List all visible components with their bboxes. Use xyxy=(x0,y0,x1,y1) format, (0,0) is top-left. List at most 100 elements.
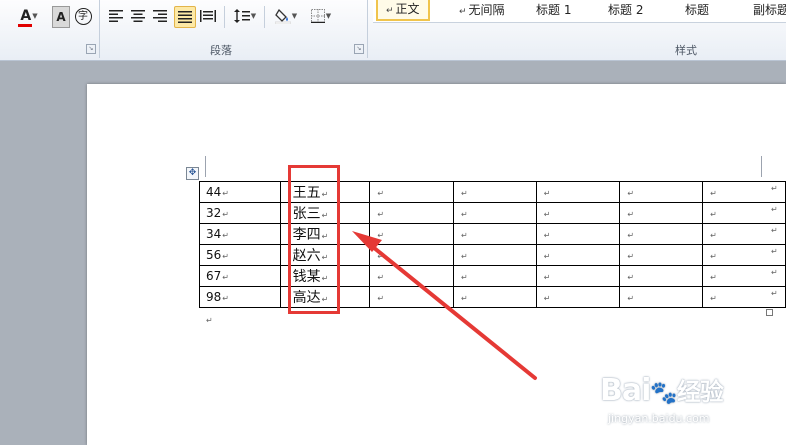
empty-cell[interactable]: ↵ xyxy=(619,244,704,266)
style-heading-1[interactable]: 标题 1 xyxy=(536,0,571,20)
number-cell[interactable]: 56↵ xyxy=(199,244,281,266)
align-right-button[interactable] xyxy=(150,6,170,26)
shading-button[interactable]: ▼ xyxy=(272,6,300,26)
empty-cell[interactable]: ↵ xyxy=(452,181,537,203)
table-move-handle-icon[interactable]: ✥ xyxy=(186,167,199,180)
empty-cell[interactable]: ↵ xyxy=(369,223,454,245)
styles-group-label: 样式 xyxy=(675,44,697,57)
paragraph-mark-icon: ↵ xyxy=(377,294,385,303)
paragraph-mark-icon: ↵ xyxy=(627,231,635,240)
empty-cell[interactable]: ↵ xyxy=(619,181,704,203)
styles-gallery: ↵ 正文 ↵ 无间隔 标题 1 标题 2 标题 副标题 xyxy=(373,0,786,23)
cell-value: 67 xyxy=(206,269,222,283)
paragraph-mark-icon: ↵ xyxy=(459,7,467,17)
distributed-button[interactable] xyxy=(198,6,218,26)
paragraph-mark-icon: ↵ xyxy=(710,189,717,198)
empty-cell[interactable]: ↵ xyxy=(369,265,454,287)
chevron-down-icon[interactable]: ▼ xyxy=(251,12,256,20)
cell-value: 98 xyxy=(206,290,222,304)
baidu-logo: Bai🐾经验 xyxy=(600,373,724,408)
margin-corner-mark xyxy=(205,156,206,177)
empty-cell[interactable]: ↵ xyxy=(619,265,704,287)
paragraph-mark-icon: ↵ xyxy=(222,273,229,282)
empty-cell[interactable]: ↵ xyxy=(452,244,537,266)
empty-cell[interactable]: ↵ xyxy=(535,265,621,287)
number-cell[interactable]: 67↵ xyxy=(199,265,281,287)
chevron-down-icon[interactable]: ▼ xyxy=(32,12,37,20)
paragraph-mark-icon: ↵ xyxy=(543,210,551,219)
paragraph-mark-icon: ↵ xyxy=(222,294,229,303)
empty-cell[interactable]: ↵ xyxy=(452,223,537,245)
align-left-button[interactable] xyxy=(106,6,126,26)
align-center-button[interactable] xyxy=(128,6,148,26)
style-heading-2[interactable]: 标题 2 xyxy=(608,0,643,20)
number-cell[interactable]: 34↵ xyxy=(199,223,281,245)
paragraph-mark-icon: ↵ xyxy=(377,231,385,240)
paragraph-mark-icon: ↵ xyxy=(710,210,717,219)
empty-cell[interactable]: ↵ xyxy=(535,223,621,245)
cell-value: 44 xyxy=(206,185,222,199)
justify-button[interactable] xyxy=(174,6,196,28)
empty-cell[interactable]: ↵ xyxy=(369,286,454,308)
paragraph-mark-icon: ↵ xyxy=(206,316,213,325)
number-cell[interactable]: 44↵ xyxy=(199,181,281,203)
empty-cell[interactable]: ↵ xyxy=(619,223,704,245)
distributed-icon xyxy=(200,10,216,22)
number-cell[interactable]: 32↵ xyxy=(199,202,281,224)
number-cell[interactable]: 98↵ xyxy=(199,286,281,308)
style-title[interactable]: 标题 xyxy=(685,0,709,20)
cell-value: 56 xyxy=(206,248,222,262)
paragraph-mark-icon: ↵ xyxy=(543,189,551,198)
empty-cell[interactable]: ↵ xyxy=(369,202,454,224)
empty-cell[interactable]: ↵ xyxy=(369,244,454,266)
paragraph-mark-icon: ↵ xyxy=(710,273,717,282)
paragraph-mark-icon: ↵ xyxy=(460,231,468,240)
justify-icon xyxy=(178,11,192,23)
enclose-characters-icon: 字 xyxy=(74,7,92,25)
empty-cell[interactable]: ↵ xyxy=(452,265,537,287)
row-end-mark-icon: ↵ xyxy=(771,205,778,214)
empty-cell[interactable]: ↵ xyxy=(535,181,621,203)
paragraph-mark-icon: ↵ xyxy=(543,252,551,261)
character-shading-button[interactable]: A xyxy=(52,6,70,28)
font-dialog-launcher-icon[interactable]: ↘ xyxy=(86,44,96,54)
line-spacing-button[interactable]: ▼ xyxy=(232,6,258,26)
empty-cell[interactable]: ↵ xyxy=(369,181,454,203)
table-resize-handle[interactable] xyxy=(766,309,773,316)
empty-cell[interactable]: ↵ xyxy=(535,286,621,308)
name-column-highlight xyxy=(288,165,340,314)
chevron-down-icon[interactable]: ▼ xyxy=(292,12,297,20)
paragraph-mark-icon: ↵ xyxy=(710,294,717,303)
paragraph-mark-icon: ↵ xyxy=(377,210,385,219)
style-normal[interactable]: ↵ 正文 xyxy=(376,0,430,21)
empty-cell[interactable]: ↵ xyxy=(619,286,704,308)
paragraph-mark-icon: ↵ xyxy=(543,294,551,303)
font-color-button[interactable]: A ▼ xyxy=(14,6,44,27)
row-end-mark-icon: ↵ xyxy=(771,184,778,193)
align-left-icon xyxy=(109,10,123,22)
baidu-watermark: Bai🐾经验 jingyan.baidu.com xyxy=(600,372,780,432)
style-subtitle[interactable]: 副标题 xyxy=(753,0,786,20)
chevron-down-icon[interactable]: ▼ xyxy=(326,12,331,20)
row-end-mark-icon: ↵ xyxy=(771,247,778,256)
paragraph-mark-icon: ↵ xyxy=(460,210,468,219)
enclose-characters-button[interactable]: 字 xyxy=(74,6,92,26)
empty-cell[interactable]: ↵ xyxy=(452,286,537,308)
paint-bucket-icon xyxy=(274,8,291,24)
empty-cell[interactable]: ↵ xyxy=(535,202,621,224)
paragraph-mark-icon: ↵ xyxy=(460,273,468,282)
align-center-icon xyxy=(131,10,145,22)
paragraph-mark-icon: ↵ xyxy=(377,189,385,198)
paragraph-mark-icon: ↵ xyxy=(222,231,229,240)
paragraph-mark-icon: ↵ xyxy=(627,294,635,303)
style-no-spacing[interactable]: ↵ 无间隔 xyxy=(459,0,505,20)
empty-cell[interactable]: ↵ xyxy=(619,202,704,224)
paragraph-mark-icon: ↵ xyxy=(627,210,635,219)
borders-button[interactable]: ▼ xyxy=(306,6,336,26)
font-color-icon: A xyxy=(18,8,33,27)
paragraph-mark-icon: ↵ xyxy=(377,273,385,282)
empty-cell[interactable]: ↵ xyxy=(535,244,621,266)
align-right-icon xyxy=(153,10,167,22)
empty-cell[interactable]: ↵ xyxy=(452,202,537,224)
paragraph-dialog-launcher-icon[interactable]: ↘ xyxy=(354,44,364,54)
